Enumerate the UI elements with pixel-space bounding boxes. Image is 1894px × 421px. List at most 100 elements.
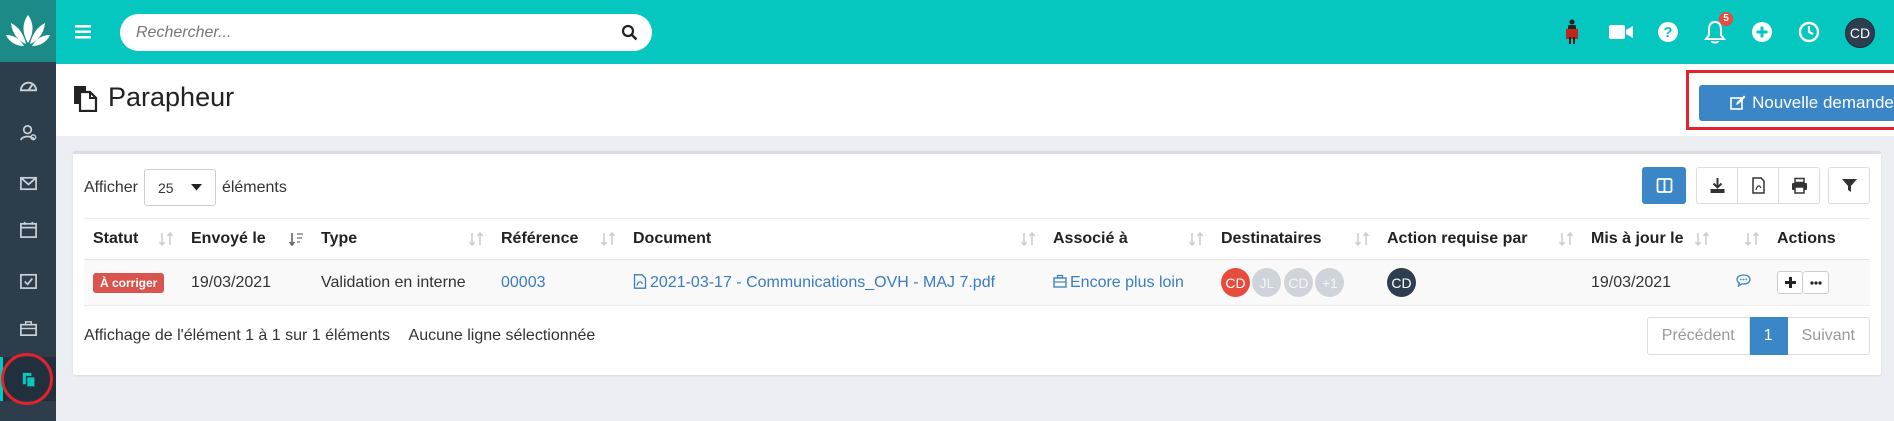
video-call-button[interactable] — [1607, 18, 1635, 46]
sort-icon — [158, 231, 174, 247]
notification-count-badge: 5 — [1719, 12, 1733, 26]
person-suitcase-icon — [1566, 19, 1578, 44]
calendar-icon — [19, 221, 37, 238]
svg-text:?: ? — [1663, 24, 1672, 41]
clock-icon — [1798, 21, 1820, 43]
cell-document: 2021-03-17 - Communications_OVH - MAJ 7.… — [624, 259, 1044, 306]
cell-reference: 00003 — [492, 259, 624, 306]
briefcase-icon — [1053, 274, 1067, 288]
page-length-control: Afficher 25 éléments — [84, 169, 287, 206]
row-add-button[interactable] — [1777, 271, 1803, 294]
highlight-box-annotation: Nouvelle demande — [1686, 70, 1894, 130]
column-header-actions: Actions — [1768, 218, 1870, 260]
status-badge: À corriger — [93, 272, 165, 293]
history-button[interactable] — [1795, 18, 1823, 46]
search-bar — [120, 14, 652, 51]
app-logo[interactable] — [0, 0, 56, 62]
export-pdf-button[interactable] — [1737, 167, 1779, 204]
question-circle-icon: ? — [1658, 22, 1678, 42]
recipient-avatar[interactable]: JL — [1252, 268, 1282, 297]
calendar-check-icon — [19, 273, 37, 289]
user-avatar[interactable]: CD — [1845, 18, 1875, 48]
sidebar-item-tasks[interactable] — [0, 258, 56, 302]
envelope-icon — [19, 176, 37, 190]
sort-icon — [1020, 231, 1036, 247]
pdf-file-icon — [1751, 177, 1765, 194]
cell-sent-on: 19/03/2021 — [182, 259, 312, 306]
print-button[interactable] — [1778, 167, 1820, 204]
page-size-select[interactable]: 25 — [143, 169, 216, 206]
cell-status: À corriger — [84, 259, 182, 306]
table-info: Affichage de l'élément 1 à 1 sur 1 éléme… — [84, 327, 595, 345]
page-title: Parapheur — [108, 82, 235, 112]
recipient-avatar[interactable]: CD — [1283, 268, 1313, 297]
comment-icon[interactable] — [1735, 273, 1751, 288]
elements-label: éléments — [221, 178, 287, 196]
associated-name: Encore plus loin — [1070, 273, 1184, 291]
sidebar-item-contacts[interactable] — [0, 110, 56, 154]
column-header-document[interactable]: Document — [624, 218, 1044, 260]
column-header-updated-on[interactable]: Mis à jour le — [1582, 218, 1718, 260]
sidebar-item-projects[interactable] — [0, 306, 56, 350]
ellipsis-icon — [1809, 280, 1822, 285]
more-recipients-avatar[interactable]: +1 — [1315, 268, 1345, 297]
video-camera-icon — [1609, 25, 1633, 39]
search-input[interactable] — [120, 14, 652, 51]
column-header-comments[interactable] — [1718, 218, 1768, 260]
next-page-button[interactable]: Suivant — [1787, 317, 1870, 355]
add-button[interactable] — [1748, 18, 1776, 46]
requests-table: Statut Envoyé le Type Référence Document… — [84, 218, 1870, 306]
cell-action-by: CD — [1378, 259, 1582, 306]
associated-project-link[interactable]: Encore plus loin — [1053, 274, 1184, 291]
previous-page-button[interactable]: Précédent — [1646, 317, 1750, 355]
notifications-button[interactable]: 5 — [1701, 12, 1733, 46]
sort-icon — [468, 231, 484, 247]
column-header-associated[interactable]: Associé à — [1044, 218, 1212, 260]
edit-icon — [1730, 95, 1746, 110]
sort-icon — [1744, 231, 1760, 247]
column-header-action-by[interactable]: Action requise par — [1378, 218, 1582, 260]
row-more-button[interactable] — [1803, 271, 1829, 294]
caret-down-icon — [190, 184, 202, 191]
reference-link[interactable]: 00003 — [501, 274, 546, 291]
sidebar-item-calendar[interactable] — [0, 207, 56, 251]
table-header-row: Statut Envoyé le Type Référence Document… — [84, 218, 1870, 260]
sidebar-item-mail[interactable] — [0, 161, 56, 205]
cell-updated-on: 19/03/2021 — [1582, 259, 1718, 306]
dashboard-gauge-icon — [19, 81, 37, 91]
recipient-avatar[interactable]: CD — [1221, 268, 1250, 297]
sort-icon — [600, 231, 616, 247]
sidebar-item-dashboard[interactable] — [0, 64, 56, 108]
columns-toggle-button[interactable] — [1642, 167, 1686, 204]
pagination: Précédent 1 Suivant — [1646, 317, 1870, 355]
column-header-reference[interactable]: Référence — [492, 218, 624, 260]
new-request-button[interactable]: Nouvelle demande — [1699, 85, 1894, 121]
person-suitcase-button[interactable] — [1558, 18, 1586, 46]
hamburger-menu-icon[interactable] — [72, 22, 94, 42]
column-header-sent-on[interactable]: Envoyé le — [182, 218, 312, 260]
page-1-button[interactable]: 1 — [1749, 317, 1788, 355]
page-title-group: Parapheur — [72, 82, 234, 113]
download-button[interactable] — [1696, 167, 1738, 204]
sort-icon — [1354, 231, 1370, 247]
plus-icon — [1784, 277, 1796, 288]
show-label: Afficher — [84, 178, 138, 196]
filter-button[interactable] — [1828, 167, 1870, 204]
column-header-recipients[interactable]: Destinataires — [1212, 218, 1378, 260]
parapheur-card: Afficher 25 éléments Statut Envoyé le Ty… — [73, 151, 1881, 375]
cell-recipients: CD JL CD +1 — [1212, 259, 1378, 306]
cell-type: Validation en interne — [312, 259, 492, 306]
column-header-type[interactable]: Type — [312, 218, 492, 260]
document-link[interactable]: 2021-03-17 - Communications_OVH - MAJ 7.… — [633, 274, 995, 291]
table-row[interactable]: À corriger 19/03/2021 Validation en inte… — [84, 259, 1870, 306]
page-size-value: 25 — [157, 179, 174, 196]
action-by-avatar[interactable]: CD — [1387, 268, 1416, 297]
search-icon[interactable] — [621, 24, 638, 41]
columns-icon — [1656, 178, 1672, 193]
page-header: Parapheur Nouvelle demande — [56, 64, 1894, 136]
top-bar: ? 5 CD — [56, 0, 1894, 64]
help-button[interactable]: ? — [1654, 18, 1682, 46]
sort-icon — [1188, 231, 1204, 247]
cell-associated: Encore plus loin — [1044, 259, 1212, 306]
column-header-status[interactable]: Statut — [84, 218, 182, 260]
